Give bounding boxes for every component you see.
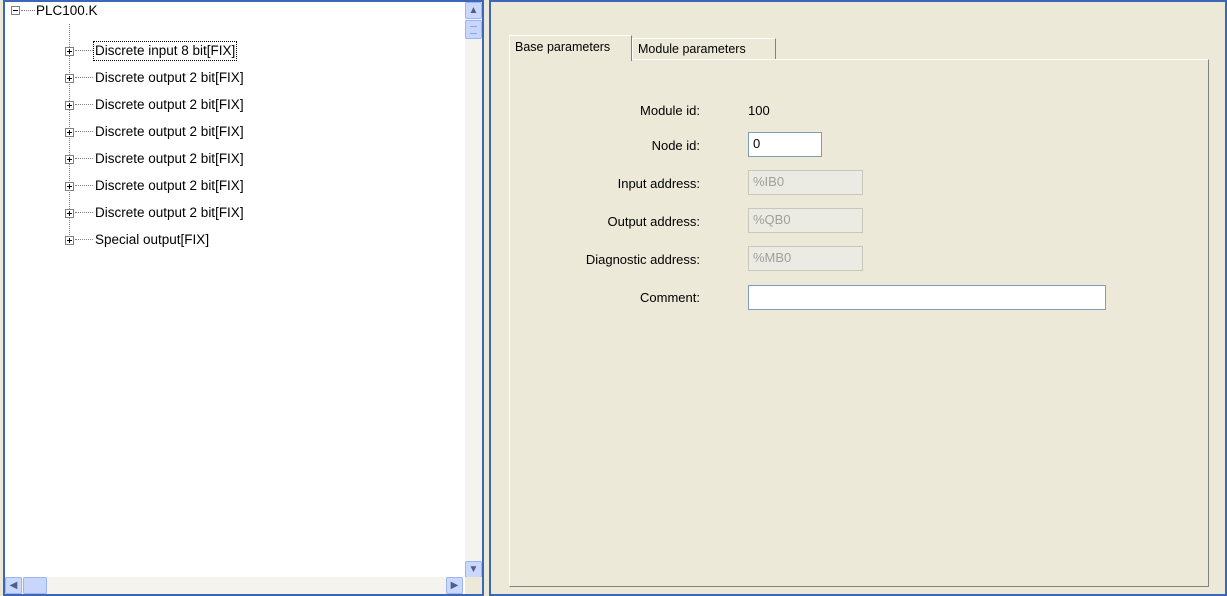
arrow-right-icon[interactable]: ▶ [446, 577, 463, 594]
tree-item-label: Discrete output 2 bit[FIX] [95, 97, 244, 112]
output-address-label: Output address: [607, 214, 701, 229]
tree-item-label: Discrete output 2 bit[FIX] [95, 151, 244, 166]
scrollbar-corner [465, 577, 482, 594]
expand-icon[interactable] [65, 101, 74, 110]
tab-module-parameters[interactable]: Module parameters [632, 38, 776, 60]
node-id-input[interactable]: 0 [748, 132, 822, 157]
tree-dots [75, 104, 93, 105]
base-parameters-panel: Module id: 100 Node id: 0 Input address:… [509, 59, 1209, 587]
arrow-up-icon[interactable]: ▲ [465, 2, 482, 19]
input-address-label: Input address: [617, 176, 700, 191]
expand-icon[interactable] [65, 155, 74, 164]
arrow-left-icon[interactable]: ◀ [5, 577, 22, 594]
output-address-field: %QB0 [748, 208, 863, 233]
vertical-scrollbar[interactable]: ▲ ▼ [465, 2, 482, 578]
module-id-value: 100 [748, 103, 770, 118]
expand-icon[interactable] [65, 236, 74, 245]
arrow-down-icon[interactable]: ▼ [465, 561, 482, 578]
expand-icon[interactable] [65, 182, 74, 191]
expand-icon[interactable] [65, 74, 74, 83]
node-id-label: Node id: [651, 138, 700, 153]
expand-icon[interactable] [65, 47, 74, 56]
diagnostic-address-field: %MB0 [748, 246, 863, 271]
properties-pane: Base parameters Module parameters Module… [489, 0, 1227, 596]
collapse-icon[interactable] [11, 6, 20, 15]
tree-item-label: Discrete input 8 bit[FIX] [92, 41, 238, 61]
expand-icon[interactable] [65, 128, 74, 137]
tree-dots [75, 50, 93, 51]
diagnostic-address-label: Diagnostic address: [585, 252, 700, 267]
tab-base-parameters[interactable]: Base parameters [509, 35, 632, 61]
tree-item-label: Special output[FIX] [95, 232, 210, 247]
tree-view-pane[interactable]: PLC100.K Discrete input 8 bit[FIX] Discr… [3, 0, 484, 596]
vertical-scroll-thumb[interactable] [465, 20, 482, 39]
tree-item-label: Discrete output 2 bit[FIX] [95, 70, 244, 85]
comment-label: Comment: [640, 290, 700, 305]
tree-dots [75, 185, 93, 186]
tree-dots [75, 77, 93, 78]
tree-root-label: PLC100.K [36, 3, 98, 18]
horizontal-scrollbar[interactable]: ◀ ▶ [5, 577, 463, 594]
horizontal-scroll-thumb[interactable] [23, 577, 47, 594]
tree-view[interactable]: PLC100.K Discrete input 8 bit[FIX] Discr… [5, 2, 463, 578]
tree-item-label: Discrete output 2 bit[FIX] [95, 124, 244, 139]
comment-input[interactable] [748, 285, 1106, 310]
tree-dots [75, 131, 93, 132]
tree-dots [75, 212, 93, 213]
tree-dots [75, 239, 93, 240]
expand-icon[interactable] [65, 209, 74, 218]
tree-dots [75, 158, 93, 159]
tree-item-label: Discrete output 2 bit[FIX] [95, 178, 244, 193]
tree-item-label: Discrete output 2 bit[FIX] [95, 205, 244, 220]
module-id-label: Module id: [640, 103, 700, 118]
tree-dots [21, 10, 35, 11]
input-address-field: %IB0 [748, 170, 863, 195]
